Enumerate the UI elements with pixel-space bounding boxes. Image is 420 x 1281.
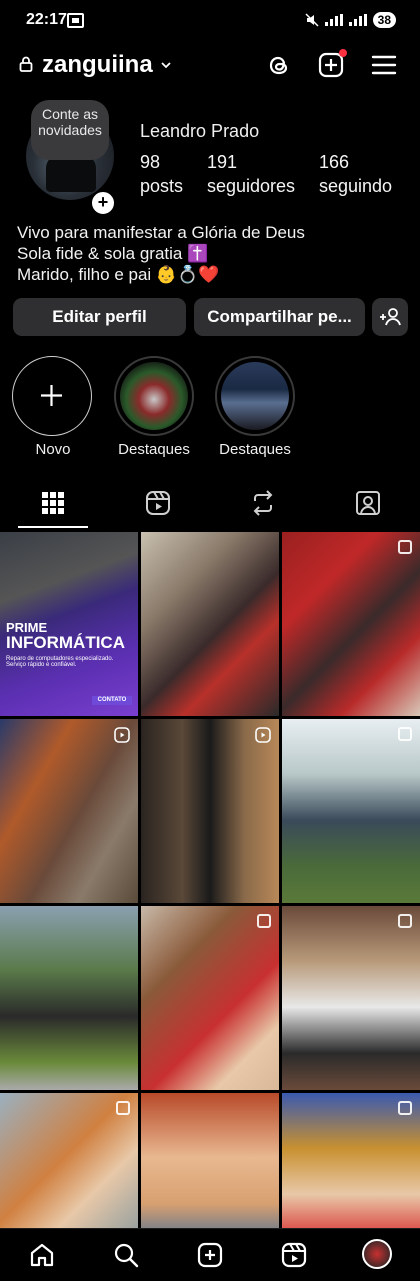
grid-icon [41,492,64,514]
reel-icon [255,727,271,743]
bio: Vivo para manifestar a Glória de Deus So… [17,222,407,285]
active-tab-indicator [18,526,88,528]
reels-nav-icon[interactable] [280,1241,308,1269]
mute-icon [305,13,319,27]
lock-icon [19,56,33,72]
following-count[interactable]: 166 [319,152,349,173]
bottom-navigation [0,1228,420,1281]
notification-dot [339,49,347,57]
reels-icon [145,491,170,515]
tab-tagged[interactable] [315,478,420,528]
post-thumbnail[interactable] [0,906,138,1090]
followers-label[interactable]: seguidores [207,176,295,197]
discover-people-button[interactable] [372,298,408,336]
threads-icon[interactable] [264,50,294,80]
new-highlight-button[interactable] [12,356,92,436]
post-thumbnail[interactable] [282,719,420,903]
carousel-icon [257,914,271,928]
promo-contact: CONTATO [92,696,132,705]
post-thumbnail[interactable]: PRIME INFORMÁTICA Reparo de computadores… [0,532,138,716]
add-person-icon [380,308,401,326]
tab-reels[interactable] [105,478,210,528]
post-thumbnail[interactable] [0,719,138,903]
reel-icon [114,727,130,743]
tab-grid[interactable] [0,478,105,528]
highlight-1[interactable] [114,356,194,436]
carousel-icon [398,727,412,741]
bio-line: Vivo para manifestar a Glória de Deus [17,223,305,242]
screen-record-icon [67,13,84,28]
create-icon[interactable] [196,1241,224,1269]
post-thumbnail[interactable] [141,906,279,1090]
posts-count[interactable]: 98 [140,152,160,173]
note-bubble[interactable]: Conte as novidades [31,100,109,160]
post-thumbnail[interactable] [282,906,420,1090]
username-switcher[interactable]: zanguiina [42,51,153,79]
bio-line: Marido, filho e pai 👶💍❤️ [17,265,220,284]
carousel-icon [398,1101,412,1115]
following-label[interactable]: seguindo [319,176,392,197]
highlight-label-2: Destaques [219,441,291,458]
edit-profile-button[interactable]: Editar perfil [13,298,186,336]
full-name: Leandro Prado [140,121,260,141]
post-thumbnail[interactable] [141,719,279,903]
home-icon[interactable] [28,1241,56,1269]
share-profile-button[interactable]: Compartilhar pe... [194,298,365,336]
chevron-down-icon[interactable] [160,59,172,71]
status-time: 22:17 [26,11,67,28]
highlight-2[interactable] [215,356,295,436]
highlight-label-new: Novo [35,441,71,458]
battery-level: 38 [372,12,396,28]
plus-icon [41,385,62,406]
bio-line: Sola fide & sola gratia ✝️ [17,244,209,263]
promo-title: INFORMÁTICA [6,633,125,652]
followers-count[interactable]: 191 [207,152,237,173]
posts-label[interactable]: posts [140,176,183,197]
create-post-button[interactable] [318,49,347,78]
profile-header: zanguiina [0,46,420,86]
carousel-icon [398,540,412,554]
carousel-icon [116,1101,130,1115]
add-story-icon[interactable]: + [90,190,116,216]
profile-nav-avatar[interactable] [362,1239,392,1269]
post-thumbnail[interactable] [141,532,279,716]
post-thumbnail[interactable] [282,532,420,716]
search-icon[interactable] [112,1241,140,1269]
carousel-icon [398,914,412,928]
signal-icon [324,14,343,26]
highlight-label-1: Destaques [118,441,190,458]
status-bar: 22:17 38 [0,0,420,40]
repost-icon [253,490,272,516]
status-indicators: 38 [305,12,396,28]
tab-reposts[interactable] [210,478,315,528]
promo-tagline: Reparo de computadores especializado. Se… [6,656,114,668]
signal-icon-2 [348,14,367,26]
menu-icon[interactable] [370,52,398,78]
tagged-icon [355,491,380,515]
